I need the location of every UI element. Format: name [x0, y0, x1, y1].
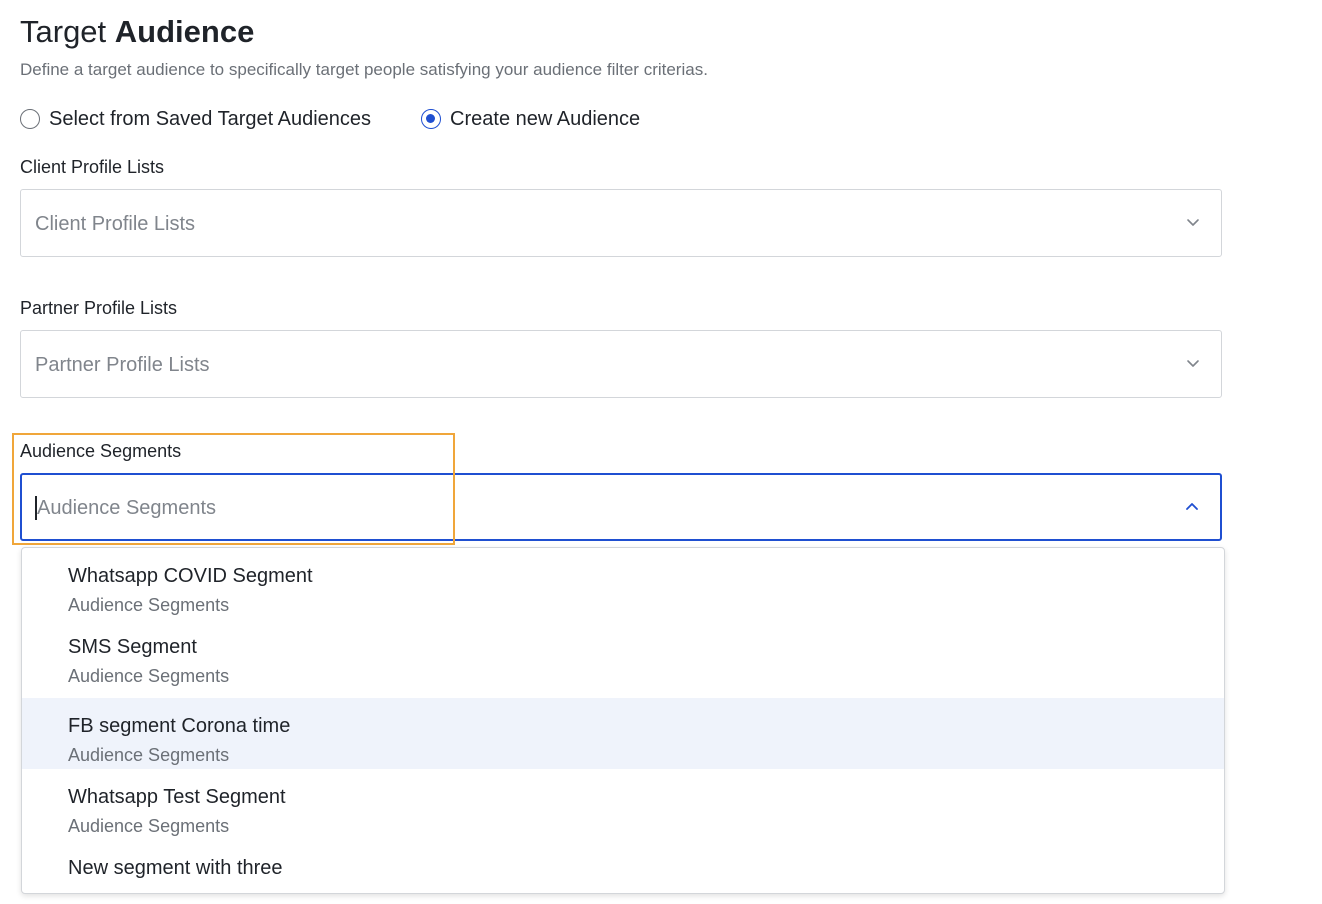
page-subtitle: Define a target audience to specifically… — [20, 60, 708, 79]
list-item[interactable]: Whatsapp Test Segment Audience Segments — [22, 769, 1224, 840]
list-item-hovered[interactable]: FB segment Corona time Audience Segments — [22, 698, 1224, 769]
page-title-bold: Audience — [114, 14, 255, 49]
option-title: FB segment Corona time — [68, 715, 291, 737]
client-profile-select[interactable]: Client Profile Lists — [20, 189, 1222, 257]
option-group: Audience Segments — [68, 595, 230, 615]
radio-unchecked-icon[interactable] — [20, 109, 40, 129]
page-title: Target Audience — [20, 14, 254, 50]
page-title-regular: Target — [20, 14, 107, 49]
partner-profile-label: Partner Profile Lists — [20, 298, 178, 318]
audience-segments-select[interactable]: Audience Segments — [20, 473, 1222, 541]
chevron-down-icon — [1185, 355, 1201, 371]
list-item[interactable]: SMS Segment Audience Segments — [22, 619, 1224, 690]
audience-segments-dropdown: Whatsapp COVID Segment Audience Segments… — [21, 547, 1225, 894]
option-group: Audience Segments — [68, 666, 230, 686]
partner-profile-placeholder: Partner Profile Lists — [35, 354, 210, 376]
list-item[interactable]: New segment with three — [22, 840, 1224, 893]
audience-segments-placeholder: Audience Segments — [37, 497, 217, 519]
radio-option-saved-audiences[interactable]: Select from Saved Target Audiences — [20, 107, 371, 131]
option-group: Audience Segments — [68, 816, 230, 836]
partner-profile-select[interactable]: Partner Profile Lists — [20, 330, 1222, 398]
radio-label-new-audience: Create new Audience — [450, 108, 641, 130]
option-title: Whatsapp Test Segment — [68, 786, 286, 808]
option-title: Whatsapp COVID Segment — [68, 565, 313, 587]
client-profile-placeholder: Client Profile Lists — [35, 213, 196, 235]
option-title: SMS Segment — [68, 636, 197, 658]
option-title: New segment with three — [68, 857, 283, 879]
audience-mode-radio-group: Select from Saved Target Audiences Creat… — [20, 106, 640, 132]
target-audience-page: Target Audience Define a target audience… — [0, 0, 1322, 904]
list-item[interactable]: Whatsapp COVID Segment Audience Segments — [22, 548, 1224, 619]
radio-option-new-audience[interactable]: Create new Audience — [421, 107, 640, 131]
radio-checked-icon[interactable] — [421, 109, 442, 129]
radio-label-saved-audiences: Select from Saved Target Audiences — [49, 108, 372, 130]
chevron-down-icon — [1185, 214, 1201, 230]
option-group: Audience Segments — [68, 745, 230, 765]
audience-segments-label: Audience Segments — [20, 441, 182, 461]
client-profile-label: Client Profile Lists — [20, 157, 165, 177]
chevron-up-icon[interactable] — [1184, 499, 1200, 515]
